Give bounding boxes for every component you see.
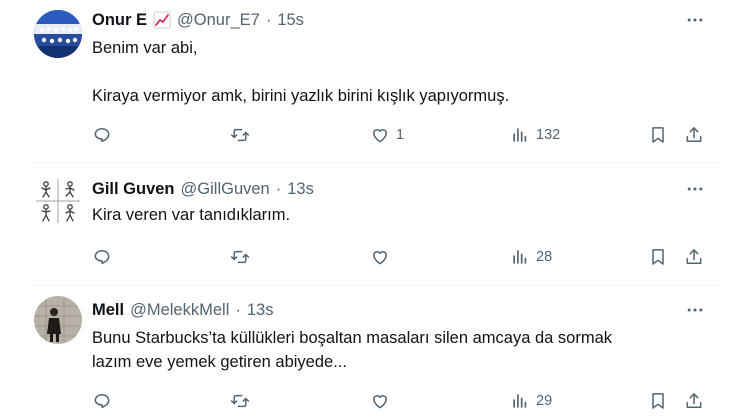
like-button[interactable] bbox=[370, 244, 390, 270]
more-options-icon[interactable] bbox=[684, 300, 706, 320]
tweet-onur[interactable]: Onur E @Onur_E7 · 15s Benim var abi, Kir… bbox=[0, 0, 730, 162]
retweet-icon bbox=[230, 125, 250, 145]
views-button[interactable]: 29 bbox=[510, 388, 552, 414]
like-button[interactable] bbox=[370, 388, 390, 414]
view-count: 28 bbox=[536, 249, 553, 265]
reply-button[interactable] bbox=[92, 244, 112, 270]
tweet-text: Benim var abi, Kiraya vermiyor amk, biri… bbox=[92, 39, 510, 105]
retweet-icon bbox=[230, 247, 250, 267]
action-bar: 1 132 bbox=[80, 122, 720, 148]
view-count: 29 bbox=[536, 393, 553, 409]
user-handle[interactable]: @Onur_E7 bbox=[177, 10, 260, 30]
separator-dot: · bbox=[235, 301, 241, 319]
share-icon bbox=[684, 391, 704, 411]
reply-button[interactable] bbox=[92, 122, 112, 148]
retweet-button[interactable] bbox=[230, 244, 250, 270]
reply-icon bbox=[92, 247, 112, 267]
share-button[interactable] bbox=[684, 122, 704, 148]
action-bar: 29 bbox=[80, 388, 720, 414]
user-name[interactable]: Onur E bbox=[92, 10, 147, 30]
avatar[interactable] bbox=[34, 10, 82, 58]
separator-dot: · bbox=[265, 11, 272, 29]
tweet-text: Bunu Starbucks’ta küllükleri boşaltan ma… bbox=[92, 329, 612, 371]
heart-icon bbox=[370, 125, 390, 145]
heart-icon bbox=[370, 247, 390, 267]
views-chart-icon bbox=[510, 125, 530, 145]
bookmark-button[interactable] bbox=[648, 244, 668, 270]
like-count: 1 bbox=[396, 127, 405, 143]
action-bar: 28 bbox=[80, 244, 720, 270]
tweet-mell[interactable]: Mell @MelekkMell · 13s Bunu Starbucks’ta… bbox=[0, 286, 730, 420]
more-options-icon[interactable] bbox=[684, 10, 706, 30]
user-name[interactable]: Mell bbox=[92, 300, 124, 320]
reply-button[interactable] bbox=[92, 388, 112, 414]
heart-icon bbox=[370, 391, 390, 411]
avatar[interactable] bbox=[34, 177, 82, 225]
reply-icon bbox=[92, 391, 112, 411]
tweet-text: Kira veren var tanıdıklarım. bbox=[92, 206, 291, 224]
bookmark-button[interactable] bbox=[648, 388, 668, 414]
avatar[interactable] bbox=[34, 296, 82, 344]
share-button[interactable] bbox=[684, 244, 704, 270]
bookmark-button[interactable] bbox=[648, 122, 668, 148]
bookmark-icon bbox=[648, 391, 668, 411]
bookmark-icon bbox=[648, 125, 668, 145]
share-icon bbox=[684, 247, 704, 267]
timestamp[interactable]: 13s bbox=[287, 179, 314, 199]
retweet-button[interactable] bbox=[230, 388, 250, 414]
user-name[interactable]: Gill Guven bbox=[92, 179, 175, 199]
timestamp[interactable]: 15s bbox=[277, 10, 304, 30]
user-handle[interactable]: @GillGuven bbox=[181, 179, 270, 199]
view-count: 132 bbox=[536, 127, 561, 143]
timestamp[interactable]: 13s bbox=[247, 300, 274, 320]
user-handle[interactable]: @MelekkMell bbox=[130, 300, 229, 320]
views-button[interactable]: 132 bbox=[510, 122, 560, 148]
views-chart-icon bbox=[510, 391, 530, 411]
retweet-button[interactable] bbox=[230, 122, 250, 148]
chart-increasing-emoji-icon bbox=[153, 11, 171, 29]
views-button[interactable]: 28 bbox=[510, 244, 552, 270]
like-button[interactable]: 1 bbox=[370, 122, 404, 148]
share-icon bbox=[684, 125, 704, 145]
bookmark-icon bbox=[648, 247, 668, 267]
separator-dot: · bbox=[275, 180, 282, 198]
more-options-icon[interactable] bbox=[684, 179, 706, 199]
share-button[interactable] bbox=[684, 388, 704, 414]
retweet-icon bbox=[230, 391, 250, 411]
reply-icon bbox=[92, 125, 112, 145]
views-chart-icon bbox=[510, 247, 530, 267]
tweet-gill[interactable]: Gill Guven @GillGuven · 13s Kira veren v… bbox=[0, 163, 730, 285]
